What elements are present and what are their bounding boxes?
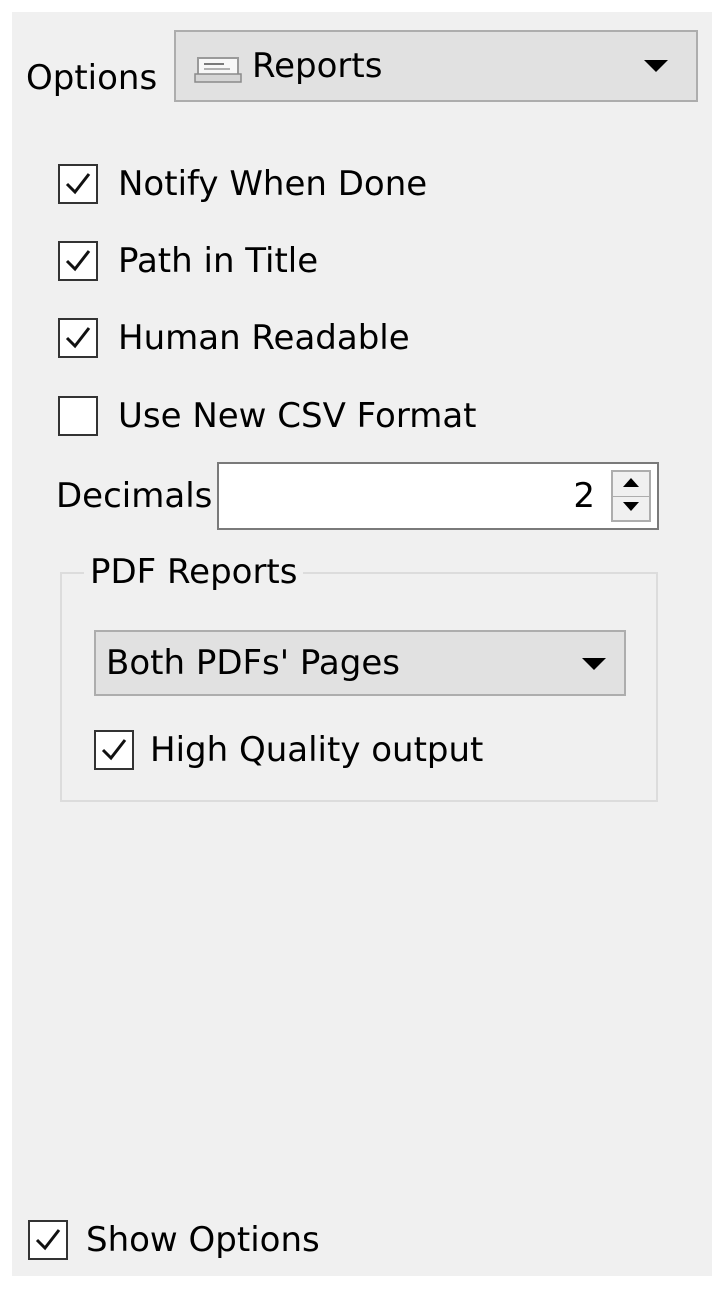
- pdf-reports-group: PDF Reports Both PDFs' Pages High Qualit…: [60, 546, 658, 802]
- spin-buttons: [611, 470, 651, 522]
- check-mark-icon: [35, 1229, 61, 1251]
- high-quality-output-checkbox[interactable]: High Quality output: [94, 728, 483, 772]
- path-in-title-checkbox[interactable]: Path in Title: [58, 239, 318, 283]
- check-mark-icon: [101, 739, 127, 761]
- pdf-pages-dropdown[interactable]: Both PDFs' Pages: [94, 630, 626, 696]
- high-quality-output-label: High Quality output: [150, 730, 484, 770]
- use-new-csv-format-checkbox[interactable]: Use New CSV Format: [58, 394, 477, 438]
- notify-when-done-label: Notify When Done: [118, 164, 428, 204]
- notify-when-done-checkbox[interactable]: Notify When Done: [58, 162, 427, 206]
- arrow-up-icon: [623, 478, 639, 487]
- check-mark-icon: [65, 250, 91, 272]
- checkbox-box[interactable]: [58, 396, 98, 436]
- checkbox-box[interactable]: [58, 241, 98, 281]
- arrow-down-icon: [623, 502, 639, 511]
- chevron-down-icon: [582, 658, 606, 670]
- pdf-pages-value: Both PDFs' Pages: [106, 643, 400, 683]
- show-options-label: Show Options: [86, 1220, 320, 1260]
- human-readable-label: Human Readable: [118, 318, 410, 358]
- report-icon: [194, 54, 244, 84]
- check-mark-icon: [65, 173, 91, 195]
- options-category-dropdown[interactable]: Reports: [174, 30, 698, 102]
- use-new-csv-format-label: Use New CSV Format: [118, 396, 477, 436]
- options-category-value: Reports: [252, 46, 383, 86]
- decimals-value[interactable]: 2: [573, 464, 595, 528]
- decimals-label: Decimals: [56, 476, 213, 516]
- spin-down-button[interactable]: [613, 496, 649, 520]
- checkbox-box[interactable]: [58, 318, 98, 358]
- checkbox-box[interactable]: [94, 730, 134, 770]
- human-readable-checkbox[interactable]: Human Readable: [58, 316, 410, 360]
- path-in-title-label: Path in Title: [118, 241, 319, 281]
- check-mark-icon: [65, 327, 91, 349]
- show-options-checkbox[interactable]: Show Options: [28, 1218, 320, 1262]
- options-panel: Options Reports Notify When Done Path in…: [12, 12, 712, 1276]
- decimals-spinbox[interactable]: 2: [217, 462, 659, 530]
- pdf-reports-title: PDF Reports: [84, 546, 304, 598]
- checkbox-box[interactable]: [28, 1220, 68, 1260]
- spin-up-button[interactable]: [613, 472, 649, 497]
- checkbox-box[interactable]: [58, 164, 98, 204]
- chevron-down-icon: [644, 60, 668, 72]
- options-label: Options: [26, 58, 158, 98]
